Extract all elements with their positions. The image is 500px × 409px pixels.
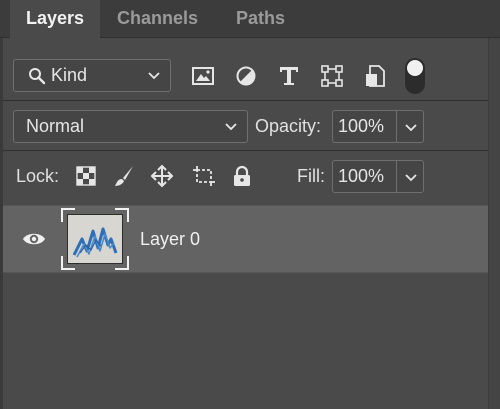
tab-paths[interactable]: Paths bbox=[236, 0, 285, 38]
filter-kind-dropdown[interactable]: Kind bbox=[13, 59, 171, 92]
chevron-down-icon bbox=[405, 174, 417, 182]
opacity-value: 100% bbox=[338, 116, 385, 136]
blend-mode-value: Normal bbox=[26, 116, 85, 136]
layer-row[interactable]: Layer 0 bbox=[3, 205, 488, 273]
layer-name[interactable]: Layer 0 bbox=[140, 206, 200, 272]
type-filter-icon[interactable] bbox=[276, 63, 302, 89]
tab-layers[interactable]: Layers bbox=[10, 0, 100, 40]
image-filter-icon[interactable] bbox=[190, 63, 216, 89]
blend-mode-dropdown[interactable]: Normal bbox=[13, 110, 248, 143]
adjustment-filter-icon[interactable] bbox=[233, 63, 259, 89]
layer-thumbnail-frame[interactable] bbox=[61, 208, 129, 270]
chevron-down-icon bbox=[405, 124, 417, 132]
lock-artboard-icon[interactable] bbox=[192, 164, 216, 188]
panel-tab-bar: Layers Channels Paths bbox=[0, 0, 500, 40]
fill-field[interactable]: 100% bbox=[332, 160, 424, 193]
fill-value: 100% bbox=[338, 166, 385, 186]
filter-toggle-switch[interactable] bbox=[405, 58, 425, 94]
divider bbox=[3, 150, 488, 151]
opacity-field[interactable]: 100% bbox=[332, 110, 424, 143]
lock-position-icon[interactable] bbox=[150, 164, 174, 188]
lock-image-pixels-icon[interactable] bbox=[112, 164, 136, 188]
panel-scrollbar[interactable] bbox=[488, 38, 500, 409]
tab-channels[interactable]: Channels bbox=[117, 0, 198, 38]
opacity-label: Opacity: bbox=[255, 116, 322, 136]
fill-label: Fill: bbox=[297, 166, 325, 186]
opacity-dropdown-button[interactable] bbox=[396, 111, 423, 142]
chevron-down-icon bbox=[146, 67, 162, 88]
fill-dropdown-button[interactable] bbox=[396, 161, 423, 192]
lock-transparent-pixels-icon[interactable] bbox=[74, 164, 98, 188]
filter-kind-label: Kind bbox=[51, 65, 88, 85]
chevron-down-icon bbox=[223, 118, 239, 139]
smart-object-filter-icon[interactable] bbox=[362, 63, 388, 89]
shape-filter-icon[interactable] bbox=[319, 63, 345, 89]
layer-thumbnail bbox=[67, 214, 123, 264]
lock-label: Lock: bbox=[16, 166, 60, 186]
toggle-knob bbox=[407, 60, 423, 76]
search-icon bbox=[28, 67, 46, 90]
lock-all-icon[interactable] bbox=[230, 164, 254, 188]
eye-icon[interactable] bbox=[21, 226, 47, 257]
divider bbox=[3, 100, 488, 101]
